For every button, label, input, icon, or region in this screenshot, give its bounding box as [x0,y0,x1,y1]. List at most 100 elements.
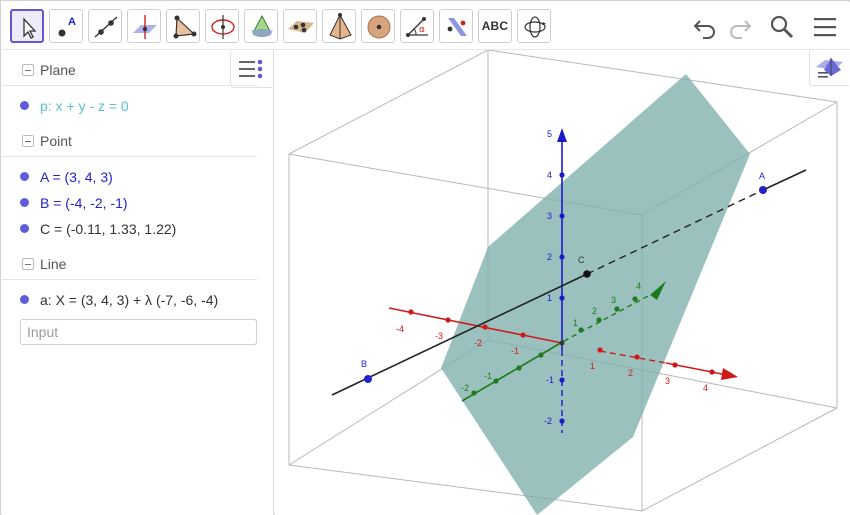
z-tick-label: 4 [547,170,552,180]
visibility-toggle-icon[interactable] [20,198,29,207]
point-c[interactable] [583,270,591,278]
toolbar: A α ABC [2,2,850,50]
sphere-icon [367,15,391,39]
redo-button[interactable] [722,10,756,44]
point-a-label: A [759,171,765,181]
angle-tool-button[interactable]: α [400,9,434,43]
plane-p[interactable] [441,74,750,515]
svg-text:A: A [68,16,76,28]
algebra-view: Plane p: x + y - z = 0 Point A = (3, 4, … [2,50,274,515]
pyramid-tool-button[interactable] [322,9,356,43]
z-axis-arrow [557,128,567,142]
sphere-tool-button[interactable] [361,9,395,43]
algebra-expression: p: x + y - z = 0 [40,98,129,114]
group-title: Point [40,133,72,149]
algebra-expression: B = (-4, -2, -1) [40,195,128,211]
collapse-icon[interactable] [22,64,34,76]
visibility-toggle-icon[interactable] [20,224,29,233]
x-tick-label: -2 [474,338,482,348]
main-menu-button[interactable] [808,10,842,44]
move-tool-button[interactable] [10,9,44,43]
redo-icon [730,20,752,39]
z-tick-label: 5 [547,129,552,139]
3d-view-toggle-icon [816,58,843,78]
z-tick-label: 1 [547,293,552,303]
group-title: Line [40,256,67,272]
line-tool-button[interactable] [88,9,122,43]
point-icon: A [58,16,76,37]
algebra-item-point-c[interactable]: C = (-0.11, 1.33, 1.22) [2,216,257,242]
z-tick-label: 2 [547,252,552,262]
origin-point [559,340,565,346]
point-tool-button[interactable]: A [49,9,83,43]
reflect-plane-icon [447,18,467,36]
search-icon [770,15,794,39]
group-header-line[interactable]: Line [2,248,257,280]
algebra-item-point-b[interactable]: B = (-4, -2, -1) [2,190,257,216]
app-frame: A α ABC Plane p: x + y - z = 0 Point A =… [0,0,850,515]
intersect-icon [251,14,273,37]
polygon-tool-button[interactable] [166,9,200,43]
rotate-view-icon [524,16,546,38]
group-header-plane[interactable]: Plane [2,54,257,86]
graphics-style-bar-button[interactable] [809,50,849,86]
group-title: Plane [40,62,76,78]
y-tick-label: -1 [484,371,492,381]
x-tick-label: -4 [396,324,404,334]
x-tick-label: 4 [703,383,708,393]
x-tick-label: 1 [590,361,595,371]
x-tick-label: 2 [628,368,633,378]
visibility-toggle-icon[interactable] [20,101,29,110]
algebra-expression: a: X = (3, 4, 3) + λ (-7, -6, -4) [40,292,219,308]
z-tick-label: -1 [546,375,554,385]
visibility-toggle-icon[interactable] [20,172,29,181]
text-tool-button[interactable]: ABC [478,9,512,43]
3d-scene[interactable]: -4 -3 -2 -1 1 2 3 4 -2 -1 1 2 3 4 -2 -1 … [275,50,850,515]
z-tick-label: -2 [544,416,552,426]
circle-around-axis-icon [211,15,235,39]
line-a-front[interactable] [762,169,807,191]
point-b-label: B [361,359,367,369]
y-tick-label: 2 [592,306,597,316]
y-tick-label: 1 [573,318,578,328]
circle-axis-tool-button[interactable] [205,9,239,43]
collapse-icon[interactable] [22,135,34,147]
y-tick-label: -2 [461,383,469,393]
text-icon: ABC [481,19,509,33]
collapse-icon[interactable] [22,258,34,270]
y-tick-label: 4 [636,281,641,291]
hamburger-menu-icon [814,18,836,37]
undo-button[interactable] [689,10,723,44]
group-header-point[interactable]: Point [2,125,257,157]
algebra-item-plane-p[interactable]: p: x + y - z = 0 [2,93,257,119]
rotate-view-tool-button[interactable] [517,9,551,43]
algebra-item-point-a[interactable]: A = (3, 4, 3) [2,164,257,190]
point-a[interactable] [759,186,767,194]
visibility-toggle-icon[interactable] [20,295,29,304]
perpendicular-tool-button[interactable] [127,9,161,43]
x-tick-label: -1 [511,346,519,356]
triangle-icon [173,15,197,39]
angle-icon: α [406,17,428,37]
y-tick-label: 3 [611,295,616,305]
z-tick-label: 3 [547,211,552,221]
x-tick-label: 3 [665,376,670,386]
reflect-plane-tool-button[interactable] [439,9,473,43]
algebra-item-line-a[interactable]: a: X = (3, 4, 3) + λ (-7, -6, -4) [2,287,257,313]
undo-icon [693,20,715,39]
point-b[interactable] [364,375,372,383]
graphics-3d-view[interactable]: -4 -3 -2 -1 1 2 3 4 -2 -1 1 2 3 4 -2 -1 … [275,50,850,515]
pyramid-icon [329,13,352,40]
search-button[interactable] [765,10,799,44]
x-axis-arrow [721,368,738,380]
input-bar[interactable] [20,319,257,345]
svg-text:α: α [419,25,425,35]
point-c-label: C [578,255,585,265]
plane-tool-button[interactable] [283,9,317,43]
cursor-arrow-icon [23,17,37,39]
plane-icon [288,21,314,33]
algebra-expression: C = (-0.11, 1.33, 1.22) [40,221,177,237]
x-tick-label: -3 [435,331,443,341]
perpendicular-icon [133,15,157,39]
intersect-tool-button[interactable] [244,9,278,43]
